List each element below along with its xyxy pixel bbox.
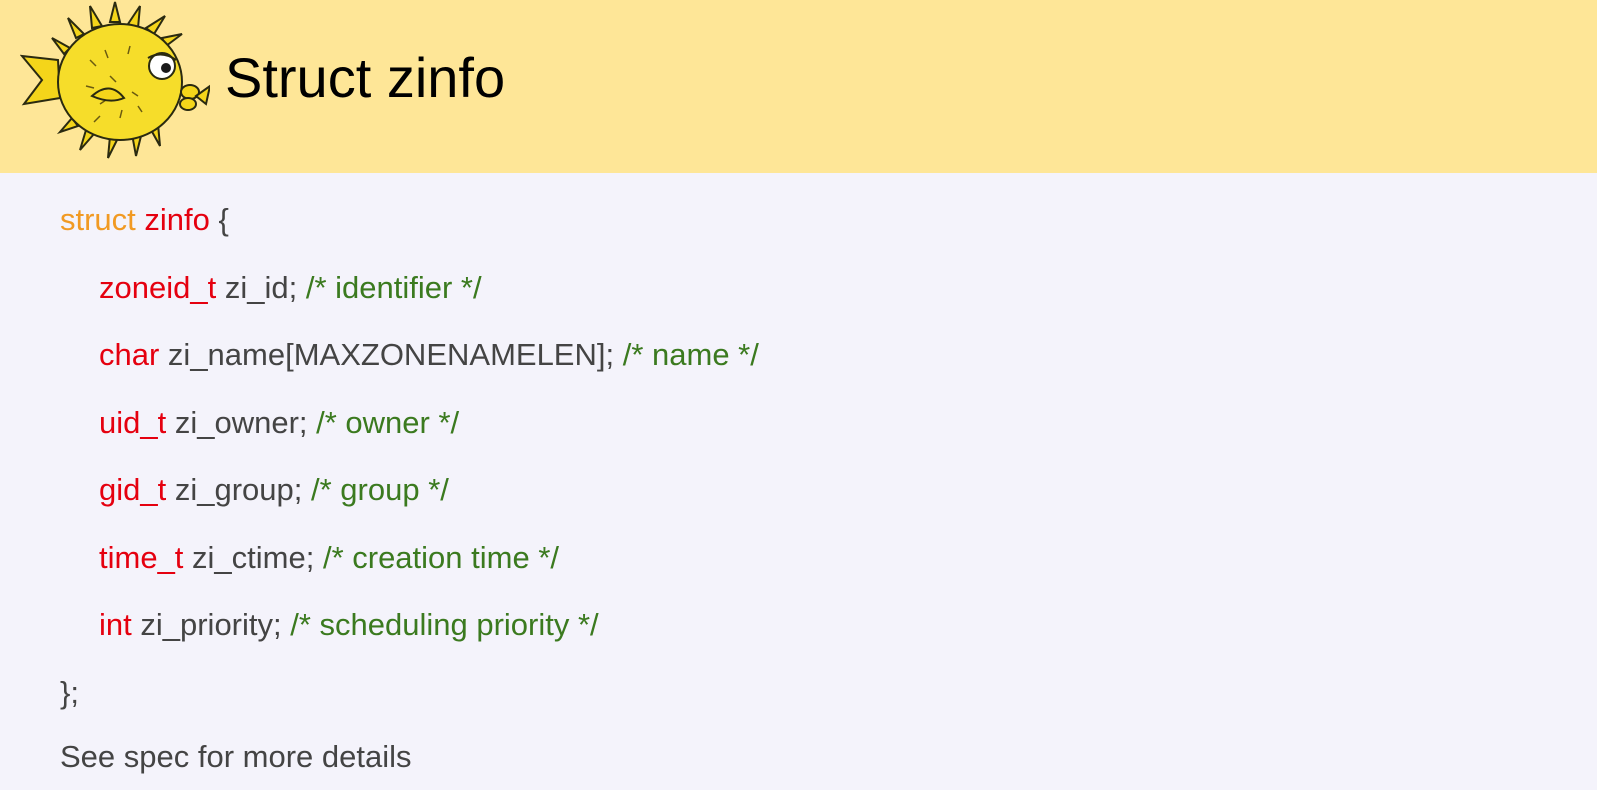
field-comment: /* owner */ <box>316 404 460 440</box>
field-type: char <box>99 337 160 372</box>
field-comment: /* name */ <box>622 337 759 372</box>
field-line: zoneid_t zi_id; /* identifier */ <box>60 264 759 332</box>
struct-open-line: struct zinfo { <box>60 196 759 264</box>
field-line: gid_t zi_group; /* group */ <box>60 466 759 534</box>
field-declaration: zi_name[MAXZONENAMELEN]; <box>159 337 623 372</box>
field-type: gid_t <box>99 472 167 507</box>
field-comment: /* identifier */ <box>305 269 482 305</box>
field-type: zoneid_t <box>99 269 217 305</box>
see-spec-text: See spec for more details <box>60 739 412 774</box>
open-brace: { <box>209 202 229 237</box>
field-type: int <box>99 607 132 642</box>
field-declaration: zi_group; <box>166 472 311 507</box>
close-brace: }; <box>60 674 79 710</box>
field-line: char zi_name[MAXZONENAMELEN]; /* name */ <box>60 331 759 399</box>
field-type: time_t <box>99 539 184 575</box>
field-declaration: zi_priority; <box>131 607 291 642</box>
pufferfish-logo-icon <box>20 1 210 159</box>
field-comment: /* scheduling priority */ <box>290 607 599 642</box>
field-declaration: zi_id; <box>216 269 306 305</box>
page-header: Struct zinfo <box>0 0 1597 173</box>
field-comment: /* creation time */ <box>322 539 559 575</box>
field-line: time_t zi_ctime; /* creation time */ <box>60 534 759 602</box>
struct-keyword: struct <box>60 202 136 237</box>
page-title: Struct zinfo <box>225 46 506 109</box>
field-comment: /* group */ <box>311 472 449 507</box>
struct-definition: struct zinfo { zoneid_t zi_id; /* identi… <box>60 196 759 736</box>
field-line: uid_t zi_owner; /* owner */ <box>60 399 759 467</box>
struct-close-line: }; <box>60 669 759 737</box>
field-type: uid_t <box>99 404 167 440</box>
struct-name: zinfo <box>144 202 210 237</box>
field-line: int zi_priority; /* scheduling priority … <box>60 601 759 669</box>
field-declaration: zi_owner; <box>166 404 317 440</box>
field-declaration: zi_ctime; <box>183 539 323 575</box>
